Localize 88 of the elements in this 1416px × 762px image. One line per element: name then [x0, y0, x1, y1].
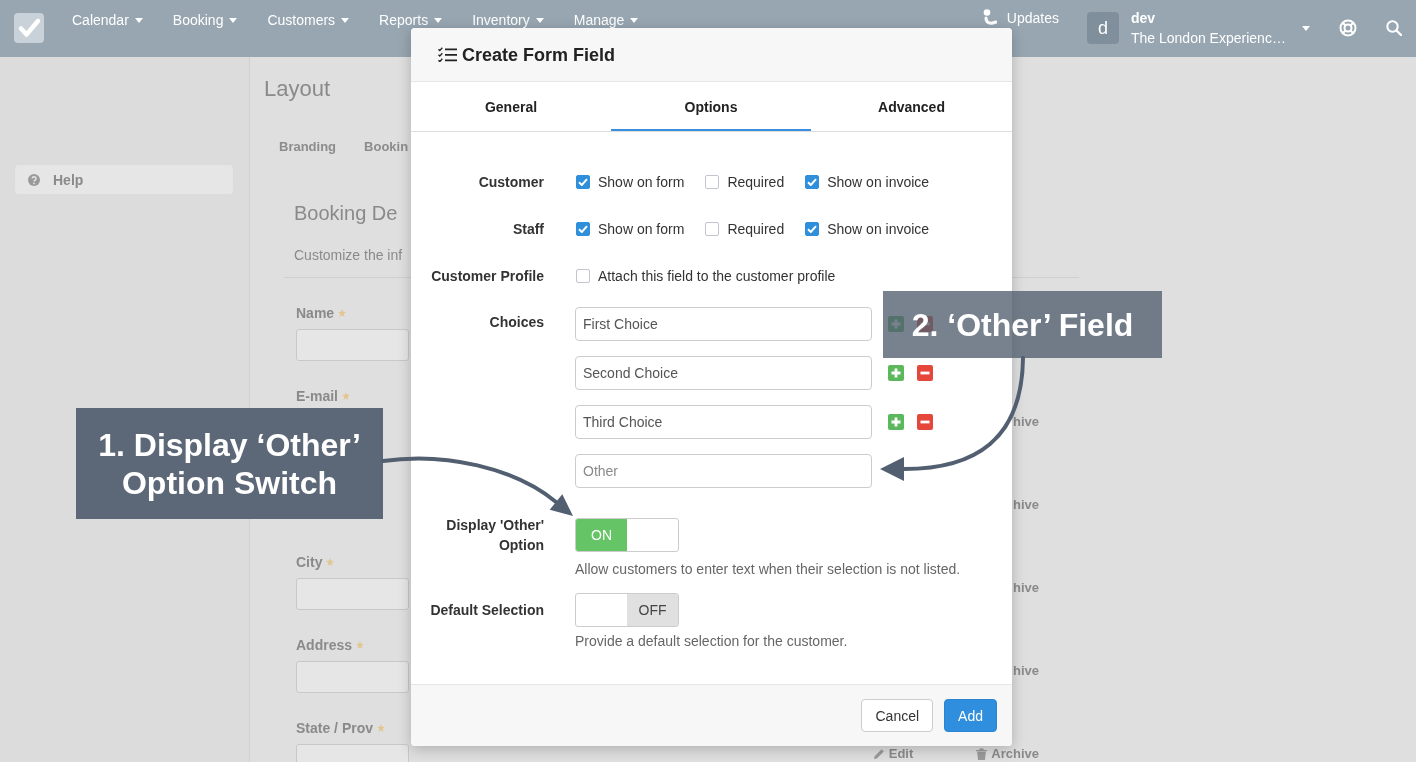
checkbox-label: Show on form — [598, 173, 685, 192]
check-icon — [807, 225, 818, 233]
checklist-icon — [438, 47, 457, 62]
checkbox-label: Required — [727, 173, 785, 192]
checkbox-label: Attach this field to the customer profile — [598, 267, 836, 286]
tab[interactable]: Branding — [279, 130, 337, 164]
nav-menu[interactable]: Reports — [364, 12, 458, 28]
help-icon — [28, 173, 40, 186]
field-label: E-mail — [296, 388, 338, 404]
archive-link[interactable]: hive — [1013, 581, 1039, 594]
check-icon — [578, 178, 588, 186]
add-button[interactable]: Add — [944, 699, 997, 732]
field-label: Default Selection — [429, 601, 544, 620]
toggle-switch[interactable]: ON — [575, 518, 679, 552]
checkbox[interactable] — [576, 269, 590, 283]
field-label: Customer Profile — [430, 267, 544, 286]
field-label: State / Prov — [296, 720, 374, 736]
sidebar-item[interactable]: Help — [15, 165, 233, 194]
callout: 1. Display ‘Other’ Option Switch — [76, 408, 383, 519]
help-text: Allow customers to enter text when their selection is not listed. — [575, 560, 962, 578]
field-label: Customer — [477, 173, 544, 192]
field-label: Staff — [511, 220, 544, 239]
checkbox[interactable] — [805, 175, 820, 189]
nav-menu[interactable]: Booking — [157, 12, 253, 28]
minus-icon[interactable] — [917, 414, 933, 430]
input-field[interactable] — [296, 329, 409, 361]
trash-icon — [976, 747, 988, 760]
input-field[interactable] — [296, 661, 409, 693]
tab[interactable]: Advanced — [811, 82, 1012, 131]
nav-menu[interactable]: Manage — [558, 12, 654, 28]
field-label: Choices — [488, 313, 544, 332]
checkbox[interactable] — [705, 222, 720, 236]
tab[interactable]: Options — [611, 82, 811, 131]
page-title: Layout — [264, 76, 332, 102]
caret-icon[interactable] — [1302, 26, 1310, 31]
nav-menu[interactable]: Customers — [252, 12, 365, 28]
search-icon[interactable] — [1386, 20, 1402, 36]
updates-button[interactable]: Updates — [982, 8, 1059, 28]
caret-icon — [229, 17, 238, 23]
checkbox-label: Show on invoice — [827, 220, 930, 239]
plus-icon[interactable] — [888, 414, 904, 430]
caret-icon — [630, 17, 639, 23]
archive-link[interactable]: Archive — [976, 747, 1039, 760]
field-label: Display 'Other' Option — [445, 516, 544, 555]
field-label: City — [296, 554, 323, 570]
checkbox[interactable] — [805, 222, 820, 236]
avatar: d — [1087, 12, 1119, 44]
dialog-title: Create Form Field — [462, 43, 616, 66]
other-input[interactable]: Other — [575, 454, 872, 488]
archive-link[interactable]: hive — [1013, 664, 1039, 677]
tab[interactable]: General — [411, 82, 611, 131]
nav-menu[interactable]: Inventory — [457, 12, 559, 28]
check-logo-icon[interactable] — [14, 13, 44, 43]
tab[interactable]: Bookin — [364, 130, 409, 164]
input-field[interactable] — [296, 578, 409, 610]
person-icon — [982, 9, 997, 27]
lifebuoy-icon[interactable] — [1339, 19, 1357, 37]
field-label: Address — [296, 637, 353, 653]
caret-icon — [134, 17, 143, 23]
help-text: Provide a default selection for the customer. — [575, 632, 849, 650]
organization-name: The London Experienc… — [1131, 30, 1287, 46]
choice-input[interactable]: Third Choice — [575, 405, 872, 439]
field-label: Name — [296, 305, 335, 321]
checkbox[interactable] — [576, 175, 590, 189]
nav-menu[interactable]: Calendar — [57, 12, 158, 28]
cancel-button[interactable]: Cancel — [861, 699, 934, 732]
checkbox[interactable] — [576, 222, 590, 236]
checkbox-label: Required — [727, 220, 785, 239]
archive-link[interactable]: hive — [1013, 415, 1039, 428]
check-icon — [807, 178, 818, 186]
section-title: Booking De — [294, 201, 399, 225]
callout: 2. ‘Other’ Field — [883, 291, 1162, 358]
choice-input[interactable]: Second Choice — [575, 356, 872, 390]
toggle-switch[interactable]: OFF — [575, 593, 679, 627]
checkbox-label: Show on invoice — [827, 173, 930, 192]
edit-link[interactable]: Edit — [872, 747, 914, 760]
check-icon — [578, 225, 588, 233]
account-name: dev — [1131, 10, 1157, 26]
plus-icon[interactable] — [888, 365, 904, 381]
archive-link[interactable]: hive — [1013, 498, 1039, 511]
caret-icon — [341, 17, 350, 23]
choice-input[interactable]: First Choice — [575, 307, 872, 341]
section-description: Customize the inf — [294, 246, 404, 264]
minus-icon[interactable] — [917, 365, 933, 381]
checkbox[interactable] — [705, 175, 720, 189]
caret-icon — [434, 17, 443, 23]
caret-icon — [535, 17, 544, 23]
checkbox-label: Show on form — [598, 220, 685, 239]
